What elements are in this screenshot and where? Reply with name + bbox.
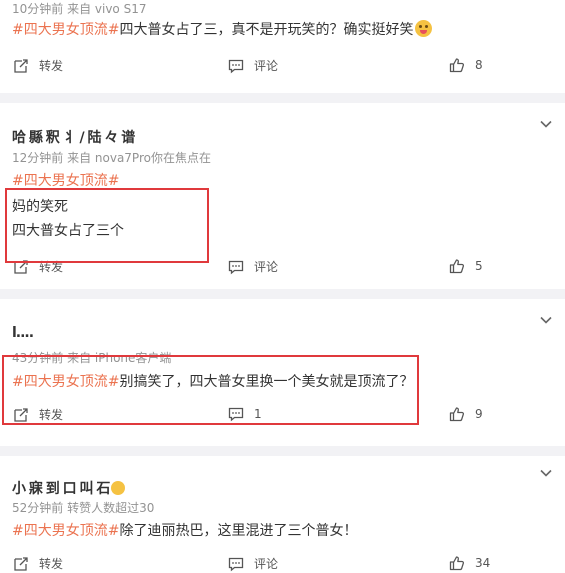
separator: [0, 289, 565, 299]
chevron-down-icon[interactable]: [539, 313, 553, 327]
action-bar: 转发 评论 34: [0, 555, 565, 573]
hashtag-link[interactable]: #四大男女顶流#: [12, 523, 119, 539]
post-content: #四大男女顶流#: [12, 170, 119, 190]
forward-icon: [14, 556, 28, 571]
comment-label: 评论: [254, 557, 279, 571]
thumbs-up-icon: [449, 407, 465, 422]
comment-icon: [228, 59, 244, 73]
like-button[interactable]: 5: [449, 258, 483, 274]
comment-button[interactable]: 评论: [228, 555, 278, 572]
forward-label: 转发: [39, 557, 64, 571]
username[interactable]: 哈 縣 釈 丬 / 陆 々 谱: [12, 127, 135, 147]
thumbs-up-icon: [449, 259, 465, 274]
comment-icon: [228, 557, 244, 571]
comment-button[interactable]: 评论: [228, 258, 278, 275]
username[interactable]: l....: [12, 325, 34, 341]
forward-button[interactable]: 转发: [13, 57, 63, 74]
comment-label: 评论: [254, 59, 279, 73]
like-count: 9: [475, 407, 483, 421]
username[interactable]: 小 寐 到 口 叫 石: [12, 478, 126, 498]
hashtag-link[interactable]: #四大男女顶流#: [12, 22, 119, 38]
thumbs-up-icon: [449, 556, 465, 571]
post-meta: 12分钟前 来自 nova7Pro你在焦点在: [12, 151, 211, 165]
separator: [0, 93, 565, 103]
comment-icon: [228, 260, 244, 274]
post-content: #四大男女顶流#四大普女占了三，真不是开玩笑的？确实挺好笑: [12, 19, 433, 39]
like-button[interactable]: 9: [449, 406, 483, 422]
hashtag-link[interactable]: #四大男女顶流#: [12, 173, 119, 189]
highlight-box: [2, 355, 419, 425]
forward-label: 转发: [39, 59, 64, 73]
separator: [0, 446, 565, 456]
post-meta: 52分钟前 转赞人数超过30: [12, 501, 155, 515]
post-text: 四大普女占了三，真不是开玩笑的？确实挺好笑: [119, 22, 414, 38]
like-button[interactable]: 34: [449, 555, 490, 571]
emoji-icon: [111, 481, 126, 495]
like-count: 34: [475, 556, 491, 570]
post-text: 除了迪丽热巴，这里混进了三个普女！: [119, 523, 358, 539]
chevron-down-icon[interactable]: [539, 117, 553, 131]
post-meta: 10分钟前 来自 vivo S17: [12, 2, 147, 16]
thumbs-up-icon: [449, 58, 465, 73]
post-content: #四大男女顶流#除了迪丽热巴，这里混进了三个普女！: [12, 520, 357, 540]
action-bar: 转发 评论 8: [0, 57, 565, 79]
chevron-down-icon[interactable]: [539, 466, 553, 480]
forward-icon: [14, 58, 28, 73]
comment-label: 评论: [254, 260, 279, 274]
comment-button[interactable]: 评论: [228, 57, 278, 74]
like-count: 8: [475, 58, 483, 72]
like-button[interactable]: 8: [449, 57, 483, 73]
highlight-box: [5, 188, 209, 263]
tongue-emoji-icon: [415, 20, 433, 37]
like-count: 5: [475, 259, 483, 273]
username-text: 小 寐 到 口 叫 石: [12, 481, 110, 497]
forward-button[interactable]: 转发: [13, 555, 63, 572]
